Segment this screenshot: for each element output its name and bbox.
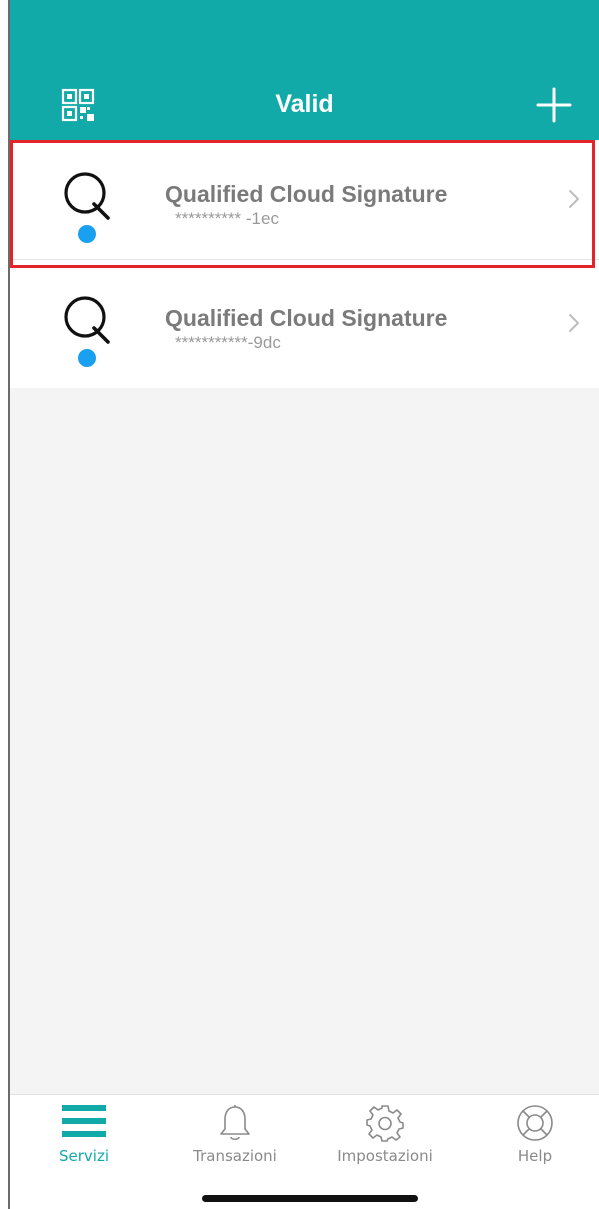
- status-dot: [78, 349, 96, 367]
- chevron-right-icon: [569, 190, 579, 208]
- plus-icon[interactable]: [536, 87, 572, 123]
- app-screen: Valid Qualified Cloud Signature ********…: [0, 0, 599, 1209]
- header-bar: Valid: [10, 0, 599, 140]
- tab-bar: Servizi Transazioni Impostazioni Help: [10, 1094, 599, 1209]
- service-title: Qualified Cloud Signature: [165, 181, 448, 207]
- tab-label: Transazioni: [193, 1147, 277, 1165]
- lifebuoy-icon: [517, 1105, 553, 1141]
- tab-servizi[interactable]: Servizi: [24, 1095, 144, 1175]
- q-logo-icon: [64, 172, 110, 220]
- status-dot: [78, 225, 96, 243]
- page-title: Valid: [275, 90, 334, 118]
- gear-icon: [366, 1105, 404, 1142]
- tab-label: Servizi: [58, 1147, 109, 1165]
- service-row[interactable]: Qualified Cloud Signature ***********-9d…: [10, 264, 599, 388]
- service-row[interactable]: Qualified Cloud Signature ********** -1e…: [10, 140, 599, 268]
- tab-transazioni[interactable]: Transazioni: [175, 1095, 295, 1175]
- tab-help[interactable]: Help: [475, 1095, 595, 1175]
- home-indicator: [202, 1195, 418, 1202]
- bell-icon: [220, 1105, 250, 1141]
- tab-impostazioni[interactable]: Impostazioni: [325, 1095, 445, 1175]
- service-id: ***********-9dc: [175, 333, 281, 352]
- screen-edge: [8, 0, 10, 1209]
- tab-label: Impostazioni: [337, 1147, 433, 1165]
- chevron-right-icon: [569, 314, 579, 332]
- menu-icon: [62, 1105, 106, 1137]
- empty-content-area: [10, 388, 599, 1094]
- service-list: Qualified Cloud Signature ********** -1e…: [10, 140, 599, 388]
- service-id: ********** -1ec: [175, 209, 279, 228]
- q-logo-icon: [64, 296, 110, 344]
- tab-label: Help: [517, 1147, 553, 1165]
- service-title: Qualified Cloud Signature: [165, 305, 448, 331]
- row-divider: [10, 259, 599, 260]
